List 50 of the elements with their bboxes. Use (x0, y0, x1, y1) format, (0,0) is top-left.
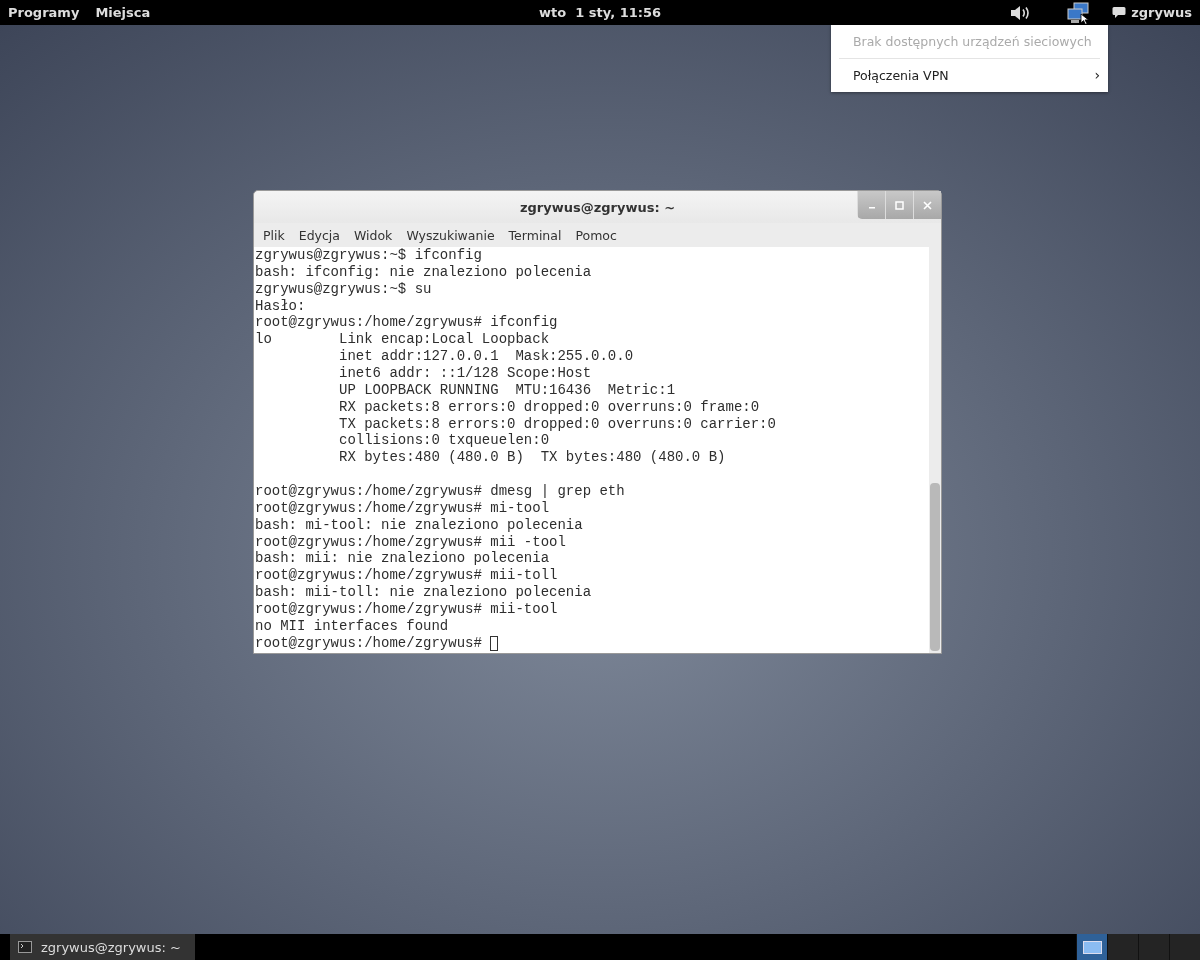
menu-bar-item[interactable]: Widok (347, 227, 400, 243)
terminal-line: root@zgrywus:/home/zgrywus# mii-tool (255, 601, 558, 618)
top-bar-menu[interactable]: Miejsca (87, 5, 159, 20)
user-name: zgrywus (1131, 5, 1192, 20)
minimize-button[interactable] (857, 191, 885, 219)
terminal-line: zgrywus@zgrywus:~$ ifconfig (255, 247, 482, 264)
clock[interactable]: wto 1 sty, 11:56 (530, 5, 670, 20)
close-button[interactable] (913, 191, 941, 219)
close-icon (923, 200, 932, 210)
terminal-icon (18, 941, 32, 953)
menu-bar-item[interactable]: Plik (256, 227, 292, 243)
terminal-line: no MII interfaces found (255, 617, 449, 635)
terminal-line: root@zgrywus:/home/zgrywus# dmesg | grep eth (255, 483, 625, 500)
terminal-line: root@zgrywus:/home/zgrywus# ifconfig (255, 314, 558, 332)
terminal-line: RX bytes:480 (480.0 B) TX bytes:480 (480.0 B) (338, 449, 726, 467)
menu-item: Brak dostępnych urządzeń sieciowych (852, 33, 1093, 51)
scrollbar[interactable] (929, 247, 941, 653)
chat-bubble-icon (1112, 6, 1127, 19)
menu-bar-item[interactable]: Edycja (291, 227, 347, 243)
terminal-line: inet6 addr: ::1/128 Scope:Host (338, 365, 592, 382)
terminal-line: root@zgrywus:/home/zgrywus# mii-toll (255, 567, 558, 585)
terminal-line: root@zgrywus:/home/zgrywus# mii -tool (255, 533, 566, 551)
terminal-line: bash: mi-tool: nie znaleziono polecenia (255, 516, 583, 534)
terminal-line: zgrywus@zgrywus:~$ su (255, 280, 432, 298)
menu-item[interactable]: Połączenia VPN › (831, 63, 1108, 88)
user-menu[interactable]: zgrywus (1112, 5, 1192, 20)
maximize-button[interactable] (885, 191, 913, 219)
terminal-line: bash: ifconfig: nie znaleziono polecenia (255, 263, 592, 281)
top-bar-menu[interactable]: Programy (0, 5, 88, 20)
submenu-arrow: › (1094, 68, 1100, 83)
menu-bar-item[interactable]: Wyszukiwanie (399, 227, 502, 243)
workspace-button[interactable] (1076, 934, 1107, 960)
menu-bar-item[interactable]: Terminal (501, 227, 569, 243)
terminal-line: Hasło: (255, 297, 306, 315)
terminal-line: RX packets:8 errors:0 dropped:0 overruns:0 frame:0 (338, 398, 760, 416)
terminal-line: inet addr:127.0.0.1 Mask:255.0.0.0 (338, 348, 634, 366)
terminal-line: collisions:0 txqueuelen:0 (338, 432, 550, 450)
network-computers-icon[interactable] (1066, 1, 1091, 24)
terminal-line: UP LOOPBACK RUNNING MTU:16436 Metric:1 (338, 381, 676, 399)
terminal-line: bash: mii-toll: nie znaleziono polecenia (255, 584, 592, 602)
terminal-line: bash: mii: nie znaleziono polecenia (255, 550, 550, 568)
window-title: zgrywus@zgrywus: ~ (519, 199, 676, 215)
text-cursor (490, 635, 499, 651)
terminal-line: lo Link encap:Local Loopback (255, 331, 550, 349)
taskbar-window-button[interactable]: zgrywus@zgrywus: ~ (10, 934, 195, 960)
terminal-line: root@zgrywus:/home/zgrywus# (255, 634, 483, 652)
maximize-icon (895, 200, 904, 210)
terminal-line: root@zgrywus:/home/zgrywus# mi-tool (255, 499, 550, 517)
menu-bar-item[interactable]: Pomoc (568, 227, 624, 243)
terminal-line: TX packets:8 errors:0 dropped:0 overruns:0 carrier:0 (338, 415, 776, 433)
